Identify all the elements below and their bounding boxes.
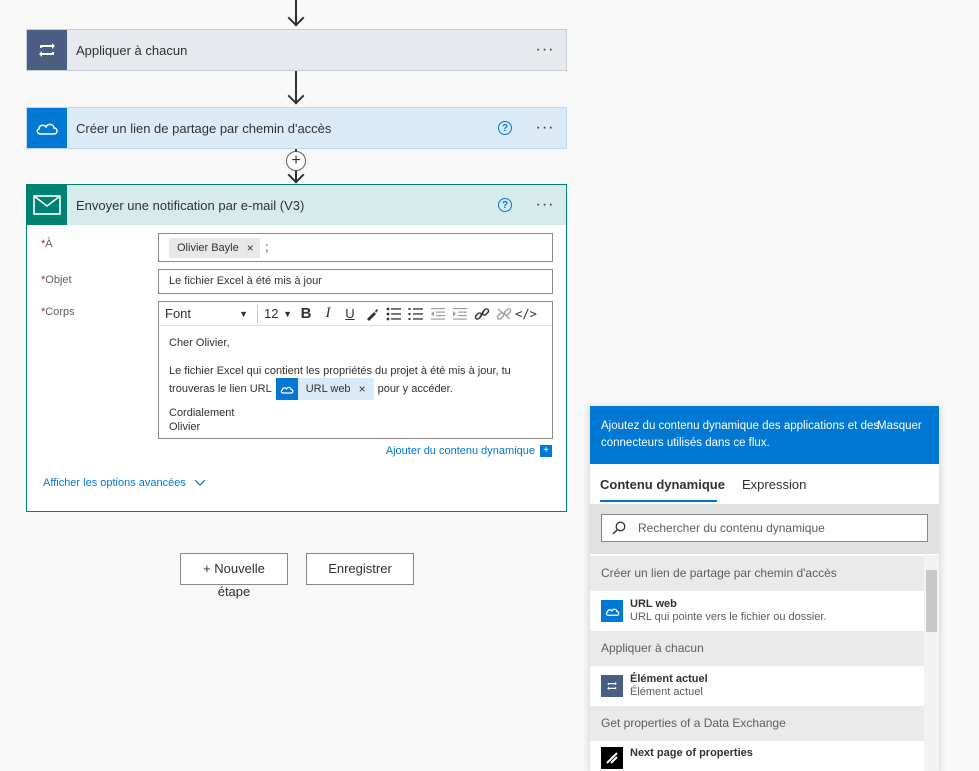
- body-signoff: Cordialement: [169, 407, 235, 419]
- numbered-list-icon[interactable]: [405, 304, 427, 324]
- list-item[interactable]: Next page of properties: [590, 741, 924, 771]
- card-title: Envoyer une notification par e-mail (V3): [76, 197, 305, 213]
- underline-button[interactable]: U: [339, 304, 361, 324]
- increase-indent-icon[interactable]: [449, 304, 471, 324]
- caret-down-icon: ▼: [283, 308, 292, 319]
- font-size-select[interactable]: 12 ▼: [261, 306, 295, 321]
- loop-icon: [27, 30, 67, 70]
- section-header: Get properties of a Data Exchange: [590, 706, 924, 741]
- body-line-1: Le fichier Excel qui contient les propri…: [169, 365, 511, 377]
- panel-header-text: Ajoutez du contenu dynamique des applica…: [601, 420, 880, 449]
- decrease-indent-icon[interactable]: [427, 304, 449, 324]
- search-area: Rechercher du contenu dynamique: [590, 504, 939, 554]
- bold-button[interactable]: B: [295, 304, 317, 324]
- search-icon: [612, 521, 626, 535]
- onedrive-icon: [27, 108, 67, 148]
- highlight-icon[interactable]: [361, 304, 383, 324]
- panel-tabs: Contenu dynamique Expression: [590, 464, 939, 504]
- rich-text-toolbar: Font ▼ 12 ▼ B I U </>: [159, 302, 552, 326]
- body-label: *Corps: [41, 306, 75, 318]
- insert-step-button[interactable]: +: [286, 151, 306, 171]
- dynamic-content-list: Créer un lien de partage par chemin d'ac…: [590, 556, 939, 771]
- italic-button[interactable]: I: [317, 304, 339, 324]
- advanced-options-link[interactable]: Afficher les options avancées: [43, 477, 206, 489]
- section-header: Appliquer à chacun: [590, 631, 924, 666]
- url-web-token[interactable]: URL web ×: [275, 378, 374, 400]
- mail-icon: [27, 185, 67, 225]
- connector-arrowhead: [287, 87, 305, 105]
- remove-chip-icon[interactable]: ×: [247, 241, 254, 255]
- body-editor[interactable]: Font ▼ 12 ▼ B I U </> Cher Olivier, Le f…: [158, 301, 553, 439]
- card-title: Créer un lien de partage par chemin d'ac…: [76, 120, 332, 136]
- chevron-down-icon: [194, 479, 206, 486]
- dynamic-content-panel: Ajoutez du contenu dynamique des applica…: [590, 406, 939, 771]
- more-options-icon[interactable]: ···: [534, 119, 556, 137]
- recipient-chip: Olivier Bayle ×: [169, 238, 260, 258]
- unlink-icon[interactable]: [493, 304, 515, 324]
- subject-label: *Objet: [41, 274, 72, 286]
- bullet-list-icon[interactable]: [383, 304, 405, 324]
- font-select[interactable]: Font ▼: [159, 306, 254, 321]
- panel-header: Ajoutez du contenu dynamique des applica…: [590, 406, 939, 464]
- body-line-2: trouveras le lien URL URL web × pour y accé…: [169, 378, 542, 400]
- to-label: *À: [41, 238, 53, 250]
- onedrive-icon: [275, 378, 298, 400]
- apply-each-card[interactable]: Appliquer à chacun ···: [26, 29, 567, 71]
- tab-expression[interactable]: Expression: [742, 477, 806, 492]
- link-icon[interactable]: [471, 304, 493, 324]
- connector-arrowhead: [287, 9, 305, 27]
- more-options-icon[interactable]: ···: [534, 196, 556, 214]
- list-item[interactable]: Élément actuel Élément actuel: [590, 666, 924, 706]
- send-email-card: Envoyer une notification par e-mail (V3)…: [26, 184, 567, 512]
- onedrive-icon: [601, 600, 623, 622]
- code-view-icon[interactable]: </>: [515, 304, 537, 324]
- section-header: Créer un lien de partage par chemin d'ac…: [590, 556, 924, 591]
- loop-icon: [601, 675, 623, 697]
- help-icon[interactable]: ?: [498, 121, 512, 135]
- list-item[interactable]: URL web URL qui pointe vers le fichier o…: [590, 591, 924, 631]
- subject-field[interactable]: Le fichier Excel à été mis à jour: [158, 269, 553, 294]
- more-options-icon[interactable]: ···: [534, 41, 556, 59]
- panel-scrollbar-thumb[interactable]: [926, 570, 937, 632]
- add-dynamic-content-link[interactable]: Ajouter du contenu dynamique +: [386, 445, 552, 457]
- add-dynamic-icon: +: [540, 445, 552, 457]
- new-step-label-wrap: étape: [217, 584, 251, 599]
- body-content[interactable]: Cher Olivier, Le fichier Excel qui conti…: [159, 326, 552, 434]
- search-input[interactable]: Rechercher du contenu dynamique: [601, 514, 928, 542]
- card-title: Appliquer à chacun: [76, 42, 188, 58]
- tab-dynamic-content[interactable]: Contenu dynamique: [600, 477, 725, 492]
- body-signature: Olivier: [169, 421, 201, 433]
- hide-panel-button[interactable]: Masquer: [877, 418, 922, 435]
- body-greeting: Cher Olivier,: [169, 337, 230, 349]
- remove-token-icon[interactable]: ×: [359, 382, 366, 396]
- save-button[interactable]: Enregistrer: [306, 553, 414, 585]
- data-exchange-icon: [601, 747, 623, 769]
- to-field[interactable]: Olivier Bayle × ;: [158, 233, 553, 262]
- help-icon[interactable]: ?: [498, 198, 512, 212]
- new-step-button[interactable]: + Nouvelle: [180, 553, 288, 585]
- tab-active-underline: [600, 500, 717, 502]
- caret-down-icon: ▼: [239, 308, 248, 319]
- create-share-link-card[interactable]: Créer un lien de partage par chemin d'ac…: [26, 107, 567, 149]
